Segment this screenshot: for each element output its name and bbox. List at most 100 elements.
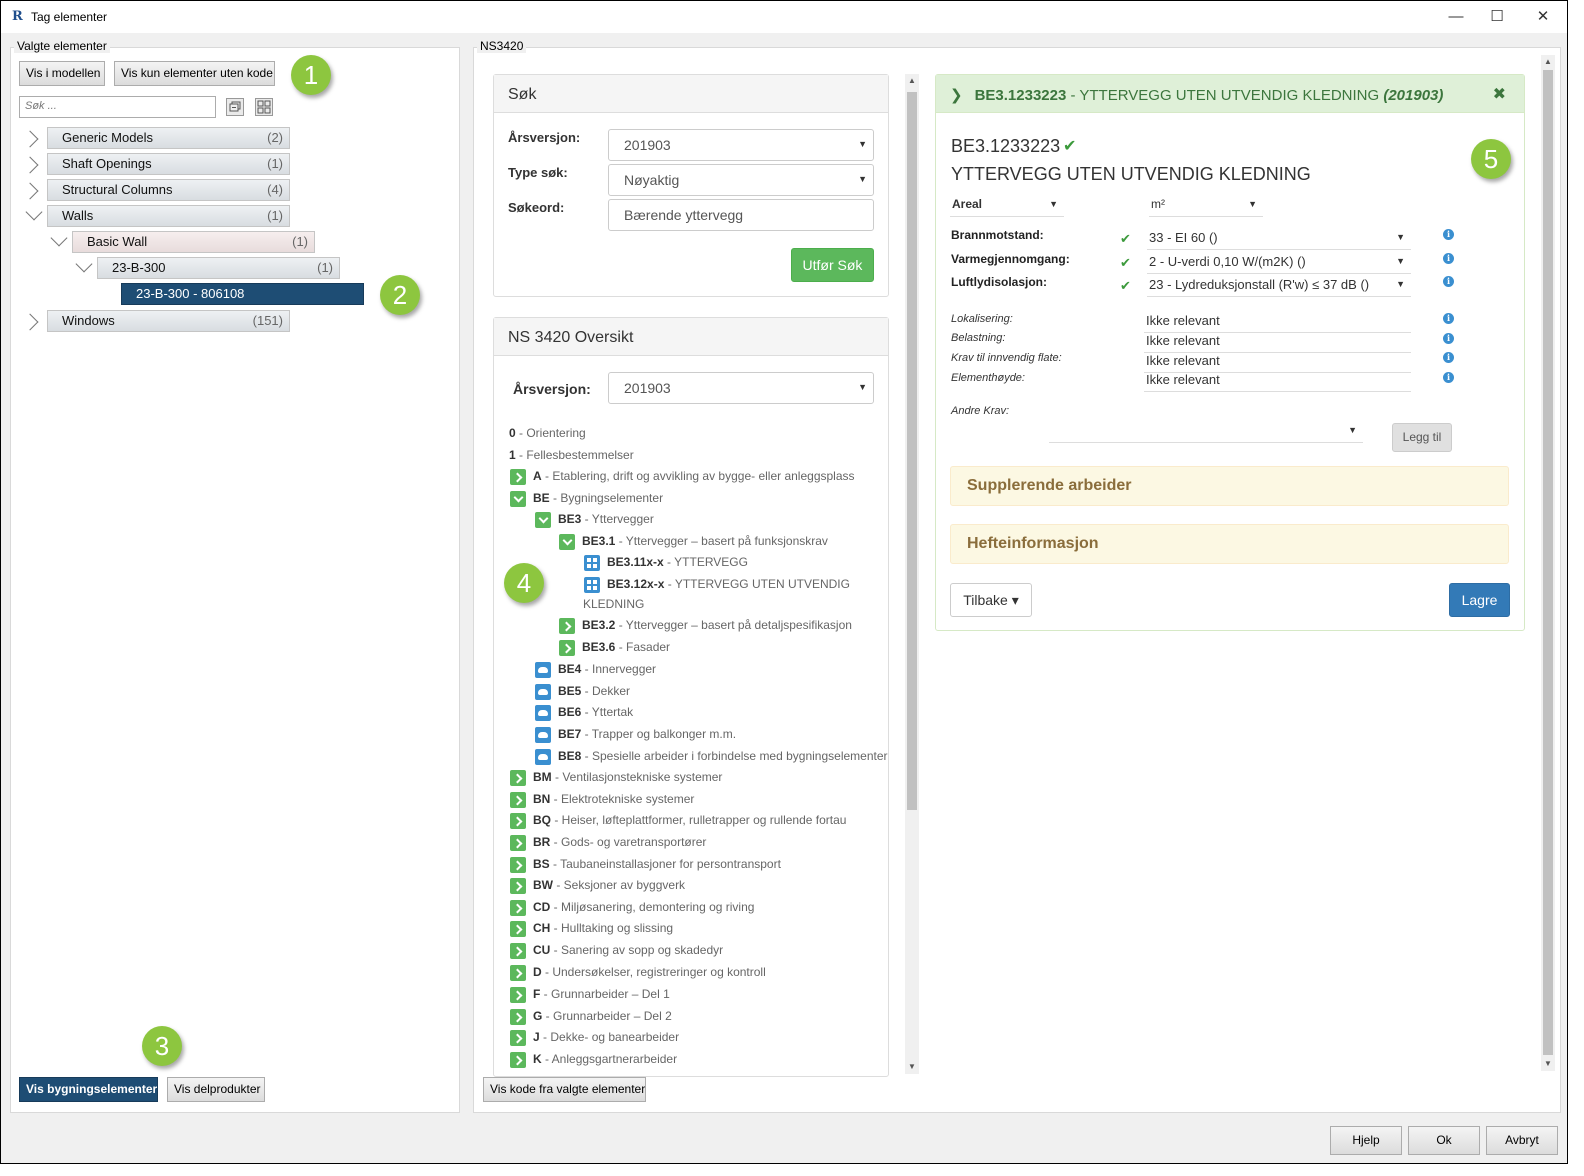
unit-type-select[interactable]: Areal ▼ xyxy=(950,197,1064,217)
list-item[interactable]: F - Grunnarbeider – Del 1 xyxy=(533,987,670,1001)
tree-node-basic-wall[interactable]: Basic Wall (1) xyxy=(72,231,315,253)
info-icon[interactable]: i xyxy=(1443,352,1454,363)
scroll-down-icon[interactable]: ▼ xyxy=(1544,1059,1552,1068)
expand-icon[interactable] xyxy=(510,469,526,485)
expand-icon[interactable] xyxy=(510,1052,526,1068)
show-subproducts-button[interactable]: Vis delprodukter xyxy=(167,1077,265,1102)
list-item[interactable]: BE3.12x-x - YTTERVEGG UTEN UTVENDIG xyxy=(607,577,850,591)
expand-icon[interactable] xyxy=(510,835,526,851)
scroll-up-icon[interactable]: ▲ xyxy=(908,76,916,85)
fire-resistance-select[interactable]: 33 - EI 60 () ▼ xyxy=(1147,230,1411,250)
info-icon[interactable]: i xyxy=(1443,313,1454,324)
tree-node-23-b-300[interactable]: 23-B-300 (1) xyxy=(97,257,340,279)
minimize-button[interactable]: — xyxy=(1436,5,1476,29)
close-detail-icon[interactable]: ✖ xyxy=(1493,84,1506,104)
list-item[interactable]: BE3.6 - Fasader xyxy=(582,640,670,654)
list-item[interactable]: BN - Elektrotekniske systemer xyxy=(533,792,694,806)
show-in-model-button[interactable]: Vis i modellen xyxy=(19,61,105,86)
cloud-icon[interactable] xyxy=(535,749,551,765)
info-icon[interactable]: i xyxy=(1443,229,1454,240)
search-year-select[interactable]: 201903 ▼ xyxy=(608,129,874,161)
collapse-all-icon[interactable] xyxy=(226,98,244,116)
airborne-sound-insulation-select[interactable]: 23 - Lydreduksjonstall (R'w) ≤ 37 dB () ▼ xyxy=(1147,277,1411,297)
search-type-select[interactable]: Nøyaktig ▼ xyxy=(608,164,874,196)
list-item[interactable]: BE7 - Trapper og balkonger m.m. xyxy=(558,727,736,741)
cancel-button[interactable]: Avbryt xyxy=(1486,1126,1558,1155)
list-item[interactable]: K - Anleggsgartnerarbeider xyxy=(533,1052,677,1066)
tree-node-23-b-300-806108[interactable]: 23-B-300 - 806108 xyxy=(121,283,364,305)
expand-icon[interactable] xyxy=(510,878,526,894)
expand-icon[interactable] xyxy=(510,792,526,808)
expand-icon[interactable] xyxy=(510,965,526,981)
scroll-down-icon[interactable]: ▼ xyxy=(908,1062,916,1071)
chevron-right-icon[interactable]: ❯ xyxy=(950,87,963,104)
supplementary-work-panel[interactable]: Supplerende arbeider xyxy=(950,466,1509,506)
show-elements-without-code-button[interactable]: Vis kun elementer uten kode xyxy=(114,61,275,86)
overview-year-select[interactable]: 201903 ▼ xyxy=(608,372,874,404)
close-window-button[interactable]: ✕ xyxy=(1523,5,1563,29)
show-code-from-selected-button[interactable]: Vis kode fra valgte elementer xyxy=(483,1077,646,1102)
show-building-elements-button[interactable]: Vis bygningselementer xyxy=(19,1077,158,1102)
list-item[interactable]: CU - Sanering av sopp og skadedyr xyxy=(533,943,723,957)
search-keyword-input[interactable]: Bærende yttervegg xyxy=(608,199,874,231)
list-item[interactable]: BE6 - Yttertak xyxy=(558,705,633,719)
expand-icon[interactable] xyxy=(510,1030,526,1046)
expand-icon[interactable] xyxy=(510,813,526,829)
help-button[interactable]: Hjelp xyxy=(1330,1126,1402,1155)
ok-button[interactable]: Ok xyxy=(1408,1126,1480,1155)
list-item[interactable]: BW - Seksjoner av byggverk xyxy=(533,878,685,892)
list-item[interactable]: BE3.2 - Yttervegger – basert på detaljsp… xyxy=(582,618,852,632)
middle-scroll-thumb[interactable] xyxy=(907,92,917,810)
middle-scrollbar[interactable]: ▲ ▼ xyxy=(905,74,919,1074)
list-item[interactable]: 0 - Orientering xyxy=(509,426,586,440)
expand-icon[interactable] xyxy=(559,618,575,634)
tree-node-shaft-openings[interactable]: Shaft Openings (1) xyxy=(47,153,290,175)
list-item[interactable]: CD - Miljøsanering, demontering og rivin… xyxy=(533,900,754,914)
cloud-icon[interactable] xyxy=(535,705,551,721)
list-item[interactable]: J - Dekke- og banearbeider xyxy=(533,1030,679,1044)
list-item[interactable]: BE5 - Dekker xyxy=(558,684,630,698)
right-scroll-thumb[interactable] xyxy=(1543,70,1553,1055)
expand-icon[interactable] xyxy=(510,857,526,873)
list-item[interactable]: BR - Gods- og varetransportører xyxy=(533,835,706,849)
list-item[interactable]: A - Etablering, drift og avvikling av by… xyxy=(533,469,855,483)
cloud-icon[interactable] xyxy=(535,727,551,743)
tree-node-structural-columns[interactable]: Structural Columns (4) xyxy=(47,179,290,201)
booklet-info-panel[interactable]: Hefteinformasjon xyxy=(950,524,1509,564)
list-item[interactable]: BS - Taubaneinstallasjoner for persontra… xyxy=(533,857,781,871)
unit-select[interactable]: m² ▼ xyxy=(1149,197,1263,217)
expand-icon[interactable] xyxy=(510,943,526,959)
localization-value[interactable]: Ikke relevant xyxy=(1144,313,1411,333)
collapse-icon[interactable] xyxy=(535,512,551,528)
list-item[interactable]: D - Undersøkelser, registreringer og kon… xyxy=(533,965,766,979)
maximize-button[interactable]: ☐ xyxy=(1477,5,1517,29)
expand-all-icon[interactable] xyxy=(255,98,273,116)
tree-node-generic-models[interactable]: Generic Models (2) xyxy=(47,127,290,149)
list-item[interactable]: BE - Bygningselementer xyxy=(533,491,663,505)
list-item[interactable]: BE3.11x-x - YTTERVEGG xyxy=(607,555,748,569)
expand-icon[interactable] xyxy=(510,921,526,937)
tree-node-walls[interactable]: Walls (1) xyxy=(47,205,290,227)
list-item[interactable]: BE8 - Spesielle arbeider i forbindelse m… xyxy=(558,749,888,763)
back-dropdown-button[interactable]: Tilbake ▾ xyxy=(950,583,1032,617)
list-item[interactable]: CH - Hulltaking og slissing xyxy=(533,921,673,935)
list-item[interactable]: BE3 - Yttervegger xyxy=(558,512,654,526)
cloud-icon[interactable] xyxy=(535,662,551,678)
info-icon[interactable]: i xyxy=(1443,276,1454,287)
perform-search-button[interactable]: Utfør Søk xyxy=(791,248,874,282)
element-height-value[interactable]: Ikke relevant xyxy=(1144,372,1411,392)
tree-node-windows[interactable]: Windows (151) xyxy=(47,310,290,332)
list-item[interactable]: G - Grunnarbeider – Del 2 xyxy=(533,1009,672,1023)
info-icon[interactable]: i xyxy=(1443,253,1454,264)
collapse-icon[interactable] xyxy=(510,491,526,507)
other-requirements-select[interactable]: ▼ xyxy=(1049,423,1363,443)
load-value[interactable]: Ikke relevant xyxy=(1144,333,1411,353)
cloud-icon[interactable] xyxy=(535,684,551,700)
interior-surface-value[interactable]: Ikke relevant xyxy=(1144,353,1411,373)
list-item[interactable]: BE4 - Innervegger xyxy=(558,662,656,676)
expand-icon[interactable] xyxy=(510,1009,526,1025)
expand-icon[interactable] xyxy=(510,987,526,1003)
expand-icon[interactable] xyxy=(510,900,526,916)
add-requirement-button[interactable]: Legg til xyxy=(1392,423,1452,452)
info-icon[interactable]: i xyxy=(1443,372,1454,383)
